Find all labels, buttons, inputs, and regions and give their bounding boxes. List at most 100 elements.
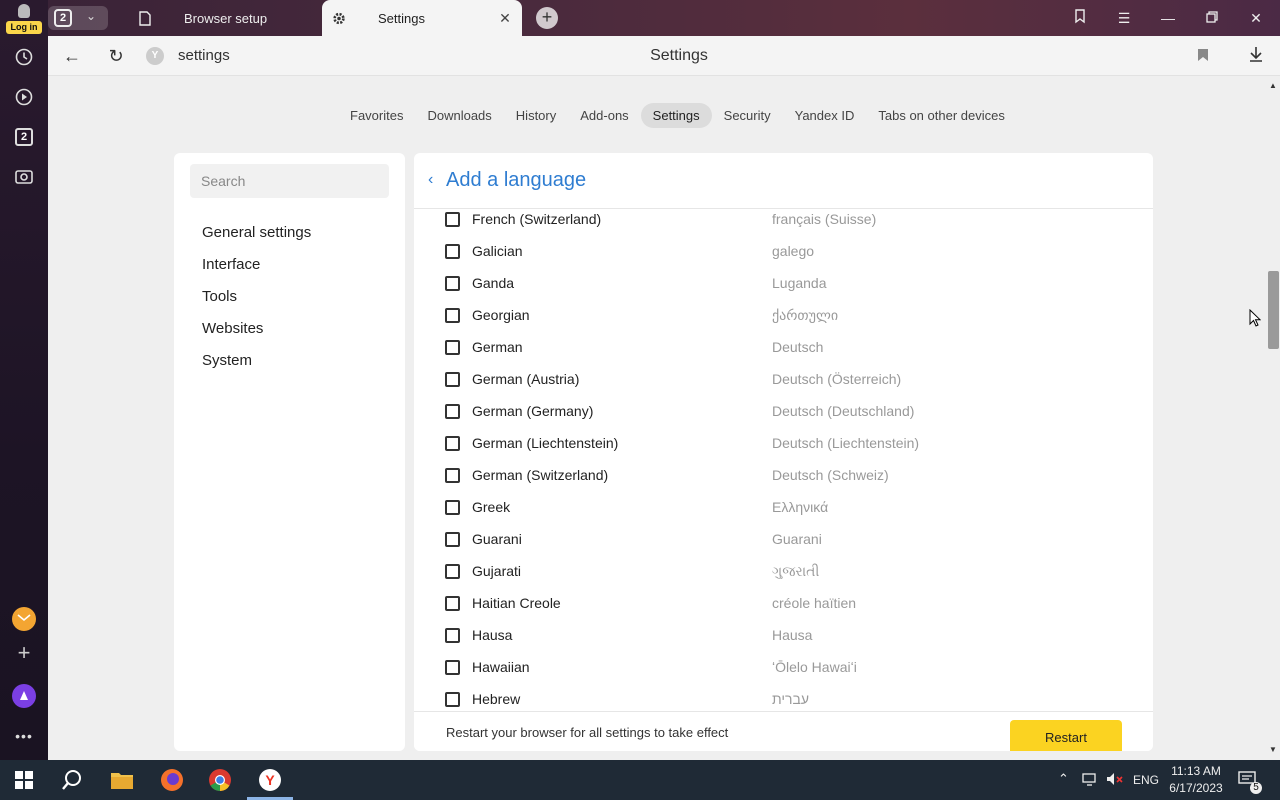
language-checkbox[interactable] bbox=[445, 212, 460, 227]
clock-time[interactable]: 11:13 AM bbox=[1169, 764, 1223, 778]
language-checkbox[interactable] bbox=[445, 468, 460, 483]
language-checkbox[interactable] bbox=[445, 244, 460, 259]
clock-date[interactable]: 6/17/2023 bbox=[1169, 781, 1223, 795]
chrome-icon[interactable] bbox=[206, 766, 234, 794]
language-row[interactable]: Guarani Guarani bbox=[414, 530, 1153, 562]
scroll-down-icon[interactable]: ▼ bbox=[1269, 745, 1277, 754]
collections-icon[interactable] bbox=[1070, 8, 1090, 28]
language-native-name: ʻŌlelo Hawaiʻi bbox=[772, 659, 857, 675]
language-checkbox[interactable] bbox=[445, 276, 460, 291]
yandex-browser-icon[interactable]: Y bbox=[256, 766, 284, 794]
nav-tabs-other-devices[interactable]: Tabs on other devices bbox=[866, 103, 1016, 128]
window-close-icon[interactable]: ✕ bbox=[1246, 8, 1266, 28]
language-name: Haitian Creole bbox=[472, 595, 561, 611]
language-row[interactable]: German (Austria) Deutsch (Österreich) bbox=[414, 370, 1153, 402]
new-tab-button[interactable]: + bbox=[536, 7, 558, 29]
history-icon[interactable] bbox=[12, 45, 36, 69]
network-icon[interactable] bbox=[1082, 772, 1098, 789]
language-row[interactable]: Gujarati ગુજરાતી bbox=[414, 562, 1153, 594]
language-row[interactable]: Ganda Luganda bbox=[414, 274, 1153, 306]
language-row[interactable]: Hausa Hausa bbox=[414, 626, 1153, 658]
language-row[interactable]: German (Switzerland) Deutsch (Schweiz) bbox=[414, 466, 1153, 498]
language-checkbox[interactable] bbox=[445, 532, 460, 547]
language-checkbox[interactable] bbox=[445, 436, 460, 451]
nav-yandex-id[interactable]: Yandex ID bbox=[783, 103, 867, 128]
nav-security[interactable]: Security bbox=[712, 103, 783, 128]
restore-icon[interactable] bbox=[1202, 8, 1222, 28]
login-button[interactable]: Log in bbox=[6, 2, 42, 34]
nav-history[interactable]: History bbox=[504, 103, 568, 128]
page-scrollbar[interactable]: ▲ ▼ bbox=[1266, 77, 1280, 760]
minimize-icon[interactable]: — bbox=[1158, 8, 1178, 28]
language-checkbox[interactable] bbox=[445, 372, 460, 387]
language-row[interactable]: Georgian ქართული bbox=[414, 306, 1153, 338]
language-row[interactable]: Hawaiian ʻŌlelo Hawaiʻi bbox=[414, 658, 1153, 690]
firefox-icon[interactable] bbox=[158, 766, 186, 794]
nav-add-ons[interactable]: Add-ons bbox=[568, 103, 640, 128]
menu-item-websites[interactable]: Websites bbox=[202, 320, 263, 337]
language-row[interactable]: German Deutsch bbox=[414, 338, 1153, 370]
language-native-name: Ελληνικά bbox=[772, 499, 829, 515]
volume-muted-icon[interactable] bbox=[1106, 772, 1124, 789]
language-row[interactable]: German (Liechtenstein) Deutsch (Liechtens… bbox=[414, 434, 1153, 466]
play-icon[interactable] bbox=[12, 85, 36, 109]
windows-start-icon[interactable] bbox=[10, 766, 38, 794]
tab-settings[interactable]: Settings ✕ bbox=[322, 0, 522, 36]
site-identity-icon[interactable]: Y bbox=[146, 47, 164, 65]
settings-page: Favorites Downloads History Add-ons Sett… bbox=[48, 77, 1280, 760]
scroll-thumb[interactable] bbox=[1268, 271, 1279, 349]
language-row[interactable]: French (Switzerland) français (Suisse) bbox=[414, 210, 1153, 242]
panel-title[interactable]: Add a language bbox=[446, 169, 586, 192]
mail-icon[interactable] bbox=[12, 607, 36, 631]
language-checkbox[interactable] bbox=[445, 340, 460, 355]
scroll-up-icon[interactable]: ▲ bbox=[1269, 81, 1277, 90]
alice-icon[interactable] bbox=[12, 684, 36, 708]
close-icon[interactable]: ✕ bbox=[496, 9, 514, 27]
tab-count: 2 bbox=[54, 9, 72, 27]
menu-item-interface[interactable]: Interface bbox=[202, 256, 260, 273]
language-checkbox[interactable] bbox=[445, 660, 460, 675]
language-checkbox[interactable] bbox=[445, 500, 460, 515]
language-row[interactable]: Hebrew עברית bbox=[414, 690, 1153, 711]
menu-item-general-settings[interactable]: General settings bbox=[202, 224, 311, 241]
restart-button[interactable]: Restart bbox=[1010, 720, 1122, 751]
download-icon[interactable] bbox=[1246, 46, 1266, 66]
language-checkbox[interactable] bbox=[445, 404, 460, 419]
menu-item-system[interactable]: System bbox=[202, 352, 252, 369]
screenshot-icon[interactable] bbox=[12, 165, 36, 189]
nav-favorites[interactable]: Favorites bbox=[338, 103, 415, 128]
tab-switcher-button[interactable]: 2 ⌄ bbox=[48, 6, 108, 30]
tray-chevron-up-icon[interactable]: ⌃ bbox=[1058, 771, 1069, 787]
menu-item-tools[interactable]: Tools bbox=[202, 288, 237, 305]
menu-icon[interactable]: ☰ bbox=[1114, 8, 1134, 28]
input-language[interactable]: ENG bbox=[1133, 773, 1159, 787]
tab-browser-setup[interactable]: Browser setup bbox=[128, 0, 322, 36]
nav-downloads[interactable]: Downloads bbox=[415, 103, 503, 128]
page-title: Settings bbox=[650, 47, 708, 64]
language-row[interactable]: Greek Ελληνικά bbox=[414, 498, 1153, 530]
language-native-name: Luganda bbox=[772, 275, 827, 291]
language-row[interactable]: Haitian Creole créole haïtien bbox=[414, 594, 1153, 626]
bookmark-icon[interactable] bbox=[1193, 46, 1213, 66]
nav-settings[interactable]: Settings bbox=[640, 102, 712, 128]
language-list: French (Switzerland) français (Suisse) Gal… bbox=[414, 209, 1153, 711]
search-icon[interactable] bbox=[58, 766, 86, 794]
language-checkbox[interactable] bbox=[445, 692, 460, 707]
file-explorer-icon[interactable] bbox=[108, 766, 136, 794]
language-checkbox[interactable] bbox=[445, 308, 460, 323]
language-checkbox[interactable] bbox=[445, 628, 460, 643]
settings-search-input[interactable]: Search bbox=[190, 164, 389, 198]
chevron-left-icon[interactable]: ‹ bbox=[428, 171, 433, 189]
svg-text:Y: Y bbox=[265, 772, 275, 788]
language-checkbox[interactable] bbox=[445, 564, 460, 579]
language-checkbox[interactable] bbox=[445, 596, 460, 611]
url-field[interactable]: settings bbox=[178, 47, 230, 64]
language-row[interactable]: German (Germany) Deutsch (Deutschland) bbox=[414, 402, 1153, 434]
add-icon[interactable]: + bbox=[12, 640, 36, 665]
page-icon bbox=[138, 10, 152, 26]
more-icon[interactable]: ••• bbox=[12, 724, 36, 748]
back-arrow-icon[interactable]: ← bbox=[62, 46, 82, 66]
language-row[interactable]: Galician galego bbox=[414, 242, 1153, 274]
tabs-count-icon[interactable]: 2 bbox=[12, 125, 36, 149]
reload-icon[interactable]: ↻ bbox=[106, 46, 126, 66]
